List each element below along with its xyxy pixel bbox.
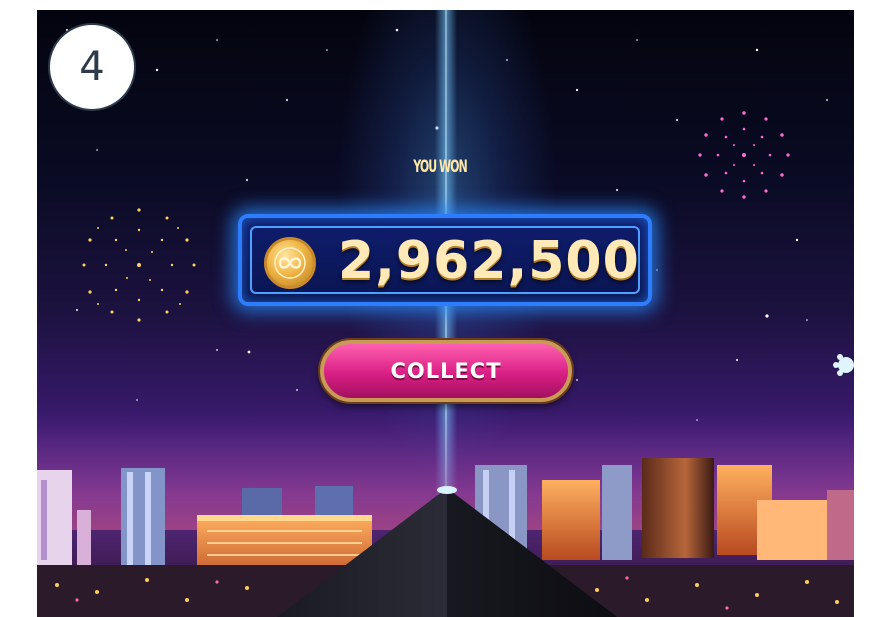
you-won-heading: YOU WON: [413, 156, 467, 177]
city-skyline: [37, 410, 854, 617]
step-number: 4: [79, 44, 105, 90]
game-scene: YOU WON: [37, 10, 854, 617]
collect-button-label: COLLECT: [390, 359, 502, 383]
infinity-symbol-icon: [274, 247, 306, 279]
infinity-coin-icon: [264, 237, 316, 289]
collect-button[interactable]: COLLECT: [320, 340, 572, 402]
step-number-badge: 4: [48, 23, 136, 111]
reward-amount: 2,962,500: [338, 231, 640, 291]
